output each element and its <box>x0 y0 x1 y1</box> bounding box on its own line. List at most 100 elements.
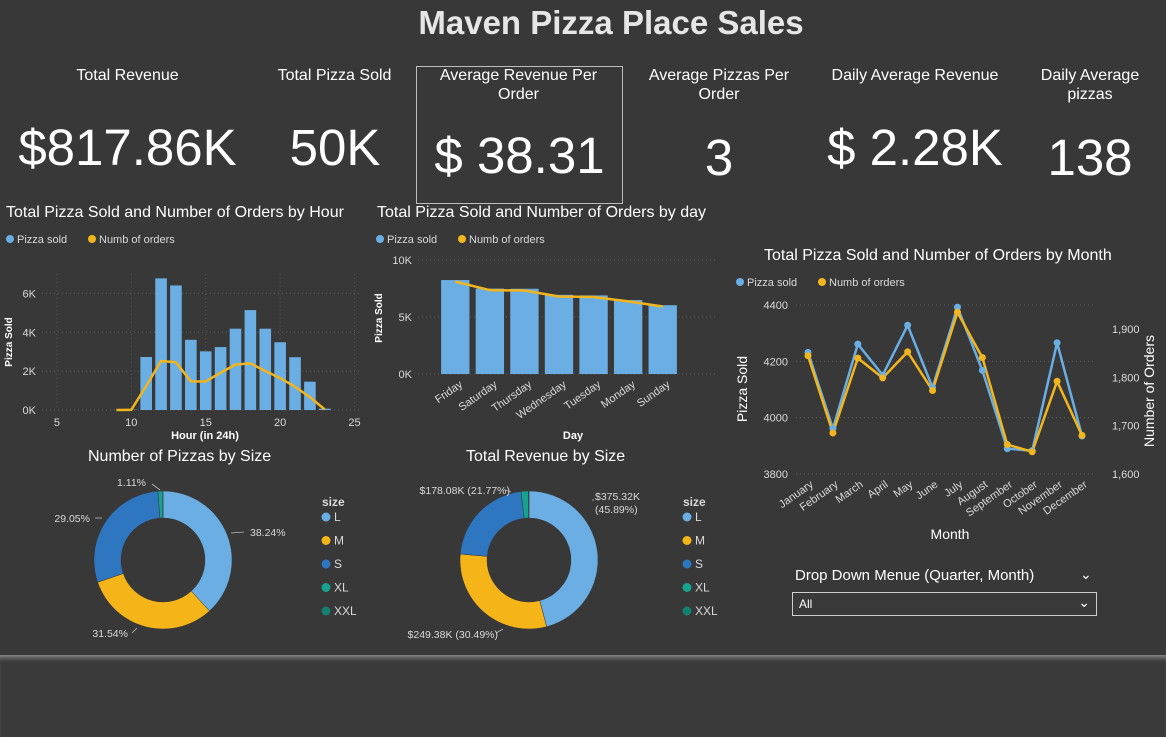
period-dropdown[interactable]: All ⌄ <box>792 592 1097 616</box>
hour-bar <box>140 356 152 410</box>
day-ytick-label: 5K <box>399 312 413 324</box>
legend-marker-M <box>682 536 692 545</box>
month-ytick-right-label: 1,800 <box>1112 372 1140 384</box>
day-chart-title: Total Pizza Sold and Number of Orders by… <box>377 204 707 221</box>
data-label-M: 31.54% <box>92 628 128 640</box>
legend-marker-pizza-sold <box>6 235 14 243</box>
hour-ytick-label: 6K <box>23 288 37 300</box>
data-label-leader <box>131 627 138 634</box>
month-yaxis-title: Pizza Sold <box>734 356 750 422</box>
kpi-daily-avg-revenue-value[interactable]: $ 2.28K <box>805 118 1025 177</box>
legend-marker-S <box>682 559 692 569</box>
month-xtick-label: April <box>866 479 891 501</box>
hour-bar <box>170 285 182 410</box>
legend-marker-pizza-sold <box>376 235 384 243</box>
month-orders-line <box>806 309 1084 454</box>
dropdown-label: Drop Down Menue (Quarter, Month) <box>795 567 1035 584</box>
size-count-chart[interactable]: 38.24% 31.54% 29.05% 1.11% sizeLMS XL XXL <box>0 470 370 650</box>
hour-xaxis-title: Hour (in 24h) <box>171 430 239 442</box>
kpi-total-pizza-sold-label: Total Pizza Sold <box>277 67 392 84</box>
hour-ytick-label: 2K <box>23 366 37 378</box>
data-label-L: $375.32K (45.89%) <box>595 491 640 516</box>
legend-marker-L <box>682 512 692 522</box>
kpi-daily-avg-pizzas-value[interactable]: 138 <box>1025 128 1155 187</box>
slice-XXL <box>528 490 530 519</box>
kpi-total-revenue-label: Total Revenue <box>76 67 179 84</box>
hour-yaxis-title: Pizza Sold <box>4 317 15 366</box>
month-ytick-label: 4400 <box>764 300 788 312</box>
legend-label-pizza-sold: Pizza sold <box>17 234 67 246</box>
legend-marker-L <box>321 512 331 522</box>
slice-M <box>459 553 547 630</box>
legend-marker-num-orders <box>88 235 96 243</box>
month-pizza-sold-point <box>1053 339 1061 347</box>
month-yaxis-right-title: Number of Orders <box>1141 335 1157 447</box>
day-bar <box>544 294 574 374</box>
data-label-S: $178.08K (21.77%) <box>420 485 510 497</box>
kpi-daily-avg-revenue-label: Daily Average Revenue <box>831 67 999 84</box>
kpi-avg-revenue-label: Average Revenue Per Order <box>439 67 598 103</box>
kpi-total-pizza-sold-value[interactable]: 50K <box>255 118 415 177</box>
month-xtick-label: March <box>834 479 866 506</box>
month-orders-point <box>929 386 937 394</box>
legend-label-M: M <box>334 534 344 548</box>
chevron-down-icon: ⌄ <box>1078 594 1090 610</box>
slice-S <box>93 490 161 583</box>
hour-bar <box>155 278 167 410</box>
legend-marker-num-orders <box>818 278 826 286</box>
month-orders-point <box>879 374 887 382</box>
legend-label-XL: XL <box>695 581 710 595</box>
month-xtick-label: June <box>914 479 940 503</box>
lower-area <box>0 655 1166 737</box>
month-orders-point <box>854 354 862 362</box>
hour-ytick-label: 0K <box>23 405 37 417</box>
month-chart[interactable]: Pizza sold Numb of orders 3800 4000 4200 4400… <box>728 270 1166 550</box>
month-orders-point <box>978 354 986 362</box>
data-label-leader <box>230 531 245 534</box>
legend-label-XXL: XXL <box>334 604 357 618</box>
size-revenue-chart[interactable]: $375.32K (45.89%) $249.38K (30.49%) $178.08… <box>370 470 730 650</box>
month-orders-point <box>953 308 961 316</box>
month-pizza-sold-point <box>854 340 862 348</box>
hour-xtick-label: 10 <box>125 417 137 429</box>
hour-xtick-label: 25 <box>348 417 360 429</box>
day-bar <box>579 295 608 374</box>
day-bar <box>475 288 505 374</box>
day-bar <box>510 288 539 374</box>
dropdown-selected-value: All <box>799 597 813 611</box>
chevron-down-icon[interactable]: ⌄ <box>1080 566 1092 583</box>
data-label-M: $249.38K (30.49%) <box>408 629 498 641</box>
slice-L <box>162 490 233 612</box>
slice-M <box>97 573 210 630</box>
legend-marker-XL <box>321 583 331 592</box>
day-xtick-label: Monday <box>599 378 638 411</box>
month-ytick-right-label: 1,900 <box>1112 324 1140 336</box>
legend-label-num-orders: Numb of orders <box>829 277 905 289</box>
hour-bar <box>214 347 227 410</box>
month-pizza-sold-point <box>978 366 986 374</box>
data-label-S: 29.05% <box>54 513 90 525</box>
kpi-avg-pizzas-value[interactable]: 3 <box>634 128 804 187</box>
legend-label-M: M <box>695 534 705 548</box>
kpi-avg-pizzas-label: Average Pizzas Per Order <box>648 67 790 103</box>
month-ytick-right-label: 1,700 <box>1112 421 1140 433</box>
month-orders-point <box>1053 377 1061 385</box>
day-ytick-label: 10K <box>392 255 412 267</box>
legend-marker-XXL <box>321 606 331 616</box>
legend-label-S: S <box>334 557 342 571</box>
kpi-total-revenue-value[interactable]: $817.86K <box>0 118 255 177</box>
hour-chart[interactable]: Pizza sold Numb of orders 0K 2K 4K 6K 5 10 15 20 2… <box>0 228 370 446</box>
kpi-daily-avg-pizzas-label: Daily Average pizzas <box>1040 67 1140 103</box>
month-ytick-right-label: 1,600 <box>1112 469 1140 481</box>
legend-label-L: L <box>334 510 341 524</box>
legend-marker-S <box>321 559 331 569</box>
kpi-avg-revenue-value[interactable]: $ 38.31 <box>416 126 623 185</box>
legend-label-S: S <box>695 557 703 571</box>
month-ytick-label: 4000 <box>764 413 788 425</box>
hour-bar <box>244 310 257 410</box>
month-orders-point <box>1028 448 1036 456</box>
day-chart[interactable]: Pizza sold Numb of orders0K5K10KFridaySat… <box>370 228 720 446</box>
hour-chart-title: Total Pizza Sold and Number of Orders by… <box>6 204 344 221</box>
legend-marker-num-orders <box>458 235 466 243</box>
legend-title: size <box>322 495 345 509</box>
